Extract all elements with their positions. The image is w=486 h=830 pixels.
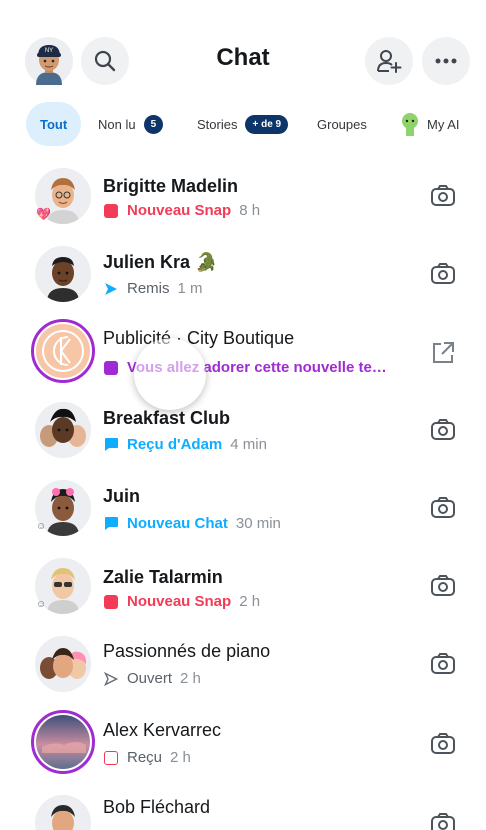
avatar xyxy=(31,710,95,774)
header: NY Chat xyxy=(0,0,486,96)
chat-status: Nouveau Chat 30 min xyxy=(104,515,281,532)
chat-status: Nouveau Snap 8 h xyxy=(104,202,260,219)
filter-label: My AI xyxy=(427,116,460,132)
heart-emoji-icon: 💖 xyxy=(36,207,51,221)
my-ai-avatar-icon xyxy=(402,113,418,136)
filter-tout[interactable]: Tout xyxy=(26,102,82,146)
camera-icon[interactable] xyxy=(430,731,456,757)
chat-name: Passionnés de piano xyxy=(103,641,271,661)
chat-bubble-icon xyxy=(105,517,118,530)
chat-row[interactable]: ☺ Juin Nouveau Chat 30 min xyxy=(0,469,486,547)
purple-square-indicator-icon xyxy=(104,360,118,375)
chat-row-sponsored[interactable]: Publicité · City Boutique Vous allez ado… xyxy=(0,313,486,410)
story-photo-icon xyxy=(36,715,90,769)
camera-icon[interactable] xyxy=(430,573,456,599)
filter-label: Non lu xyxy=(98,116,136,132)
new-snap-indicator-icon xyxy=(104,203,118,218)
chat-name: Juin xyxy=(103,486,141,506)
filter-my-ai[interactable]: My AI xyxy=(400,102,460,146)
smiley-emoji-icon: ☺ xyxy=(36,599,47,610)
chat-row[interactable]: Bob Fléchard xyxy=(0,781,486,830)
chat-name: Zalie Talarmin xyxy=(103,567,223,587)
external-link-icon[interactable] xyxy=(430,340,456,366)
camera-icon[interactable] xyxy=(430,651,456,677)
filter-stories[interactable]: Stories + de 9 xyxy=(197,102,289,146)
chat-row[interactable]: Breakfast Club Reçu d'Adam 4 min xyxy=(0,391,486,469)
camera-icon[interactable] xyxy=(430,417,456,443)
filter-label: Stories xyxy=(197,116,238,132)
add-friend-button[interactable] xyxy=(365,37,413,85)
chat-row[interactable]: Julien Kra 🐊 Remis 1 m xyxy=(0,235,486,313)
chat-row[interactable]: Passionnés de piano Ouvert 2 h xyxy=(0,625,486,703)
avatar xyxy=(35,795,91,830)
avatar xyxy=(35,636,91,692)
avatar xyxy=(35,402,91,458)
stories-count-badge: + de 9 xyxy=(245,114,289,134)
camera-icon[interactable] xyxy=(430,183,456,209)
add-friend-icon xyxy=(377,50,402,73)
bitmoji-avatar-icon xyxy=(35,246,91,302)
opened-arrow-icon xyxy=(104,671,118,686)
bitmoji-avatar-icon xyxy=(35,795,91,830)
page-title: Chat xyxy=(216,44,270,71)
chat-name: Breakfast Club xyxy=(103,408,231,428)
chat-bubble-icon xyxy=(105,438,118,451)
received-snap-indicator-icon xyxy=(104,750,118,765)
filter-non-lu[interactable]: Non lu 5 xyxy=(98,102,164,146)
chat-row[interactable]: ☺ Zalie Talarmin Nouveau Snap 2 h xyxy=(0,547,486,625)
filter-groupes[interactable]: Groupes xyxy=(317,102,367,146)
group-avatar-icon xyxy=(35,402,91,458)
chat-row[interactable]: Alex Kervarrec Reçu 2 h xyxy=(0,703,486,781)
filter-label: Groupes xyxy=(317,116,367,132)
sent-arrow-icon xyxy=(105,282,117,295)
chat-status: Nouveau Snap 2 h xyxy=(104,593,260,610)
chat-name: Julien Kra 🐊 xyxy=(103,252,218,272)
crocodile-emoji-icon: 🐊 xyxy=(195,252,218,272)
more-icon xyxy=(435,58,457,64)
chat-status: Reçu 2 h xyxy=(104,749,191,766)
chat-row[interactable]: 💖 Brigitte Madelin Nouveau Snap 8 h xyxy=(0,157,486,235)
camera-icon[interactable] xyxy=(430,811,456,830)
chat-name: Bob Fléchard xyxy=(103,797,211,817)
smiley-emoji-icon: ☺ xyxy=(36,521,47,532)
chat-status: Ouvert 2 h xyxy=(104,670,201,687)
city-boutique-logo-icon xyxy=(36,324,90,378)
more-button[interactable] xyxy=(422,37,470,85)
group-avatar-icon xyxy=(35,636,91,692)
chat-status: Remis 1 m xyxy=(104,280,203,297)
filter-bar: Tout Non lu 5 Stories + de 9 Groupes My … xyxy=(0,102,486,146)
avatar xyxy=(31,319,95,383)
unread-count-badge: 5 xyxy=(143,114,164,134)
new-snap-indicator-icon xyxy=(104,594,118,609)
chat-name: Alex Kervarrec xyxy=(103,720,222,740)
chat-name: Publicité · City Boutique xyxy=(103,328,295,348)
camera-icon[interactable] xyxy=(430,261,456,287)
avatar xyxy=(35,246,91,302)
camera-icon[interactable] xyxy=(430,495,456,521)
chat-name: Brigitte Madelin xyxy=(103,176,239,196)
filter-label: Tout xyxy=(40,116,68,132)
chat-status: Reçu d'Adam 4 min xyxy=(104,436,267,453)
